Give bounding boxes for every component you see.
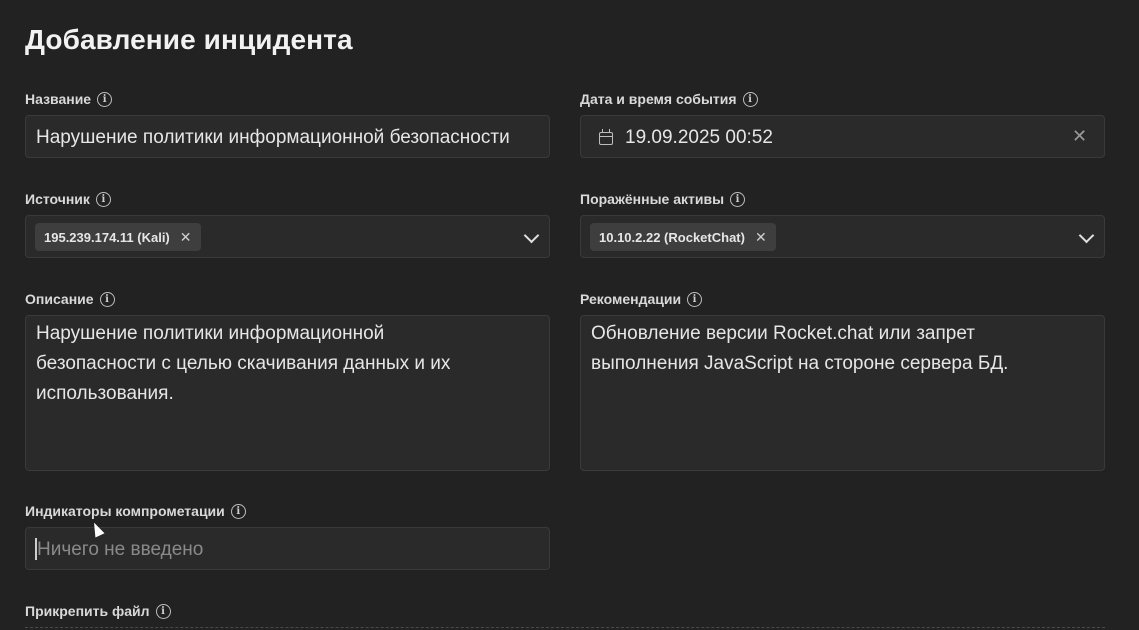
recommendations-line: выполнения JavaScript на стороне сервера…	[591, 353, 1009, 374]
chevron-down-icon[interactable]	[1078, 227, 1095, 244]
attach-label-text: Прикрепить файл	[25, 603, 150, 619]
datetime-label: Дата и время события i	[580, 91, 758, 107]
datetime-label-text: Дата и время события	[580, 91, 737, 107]
assets-tag: 10.10.2.22 (RocketChat) ✕	[590, 223, 776, 251]
assets-select[interactable]: 10.10.2.22 (RocketChat) ✕	[580, 215, 1105, 258]
assets-tag-label: 10.10.2.22 (RocketChat)	[599, 229, 745, 245]
description-line: Нарушение политики информационной	[36, 323, 385, 344]
name-input[interactable]: Нарушение политики информационной безопа…	[25, 115, 550, 158]
name-label-text: Название	[25, 91, 92, 107]
source-tag: 195.239.174.11 (Kali) ✕	[35, 223, 201, 251]
name-input-value: Нарушение политики информационной безопа…	[36, 127, 510, 148]
recommendations-textarea[interactable]: Обновление версии Rocket.chat или запрет…	[580, 315, 1105, 471]
source-select[interactable]: 195.239.174.11 (Kali) ✕	[25, 215, 550, 258]
description-text: Нарушение политики информационной безопа…	[36, 319, 450, 409]
calendar-icon	[599, 129, 613, 145]
info-icon[interactable]: i	[742, 91, 758, 107]
source-label-text: Источник	[25, 191, 90, 207]
close-icon[interactable]: ✕	[755, 229, 767, 246]
ioc-label-text: Индикаторы компрометации	[25, 503, 225, 519]
file-dropzone-border[interactable]	[25, 627, 1105, 628]
assets-label-text: Поражённые активы	[580, 191, 725, 207]
assets-label: Поражённые активы i	[580, 191, 746, 207]
name-label: Название i	[25, 91, 113, 107]
info-icon[interactable]: i	[155, 603, 171, 619]
incident-form-page: Добавление инцидента Название i Нарушени…	[0, 0, 1139, 630]
recommendations-text: Обновление версии Rocket.chat или запрет…	[591, 319, 1008, 379]
info-icon[interactable]: i	[230, 503, 246, 519]
description-line: безопасности с целью скачивания данных и…	[36, 353, 451, 374]
info-icon[interactable]: i	[730, 191, 746, 207]
description-label-text: Описание	[25, 291, 94, 307]
recommendations-label-text: Рекомендации	[580, 291, 682, 307]
datetime-value: 19.09.2025 00:52	[625, 127, 773, 148]
info-icon[interactable]: i	[99, 291, 115, 307]
source-tag-label: 195.239.174.11 (Kali)	[44, 229, 170, 245]
description-textarea[interactable]: Нарушение политики информационной безопа…	[25, 315, 550, 471]
source-label: Источник i	[25, 191, 111, 207]
info-icon[interactable]: i	[687, 291, 703, 307]
info-icon[interactable]: i	[95, 191, 111, 207]
recommendations-line: Обновление версии Rocket.chat или запрет	[591, 323, 975, 344]
attach-label: Прикрепить файл i	[25, 603, 171, 619]
ioc-label: Индикаторы компрометации i	[25, 503, 246, 519]
description-label: Описание i	[25, 291, 115, 307]
close-icon[interactable]: ✕	[180, 229, 192, 246]
chevron-down-icon[interactable]	[523, 227, 540, 244]
recommendations-label: Рекомендации i	[580, 291, 703, 307]
page-title: Добавление инцидента	[25, 24, 353, 55]
info-icon[interactable]: i	[97, 91, 113, 107]
description-line: использования.	[36, 383, 174, 404]
datetime-picker[interactable]: 19.09.2025 00:52 ✕	[580, 115, 1105, 158]
clear-icon[interactable]: ✕	[1072, 126, 1087, 147]
ioc-placeholder: Ничего не введено	[37, 539, 204, 560]
